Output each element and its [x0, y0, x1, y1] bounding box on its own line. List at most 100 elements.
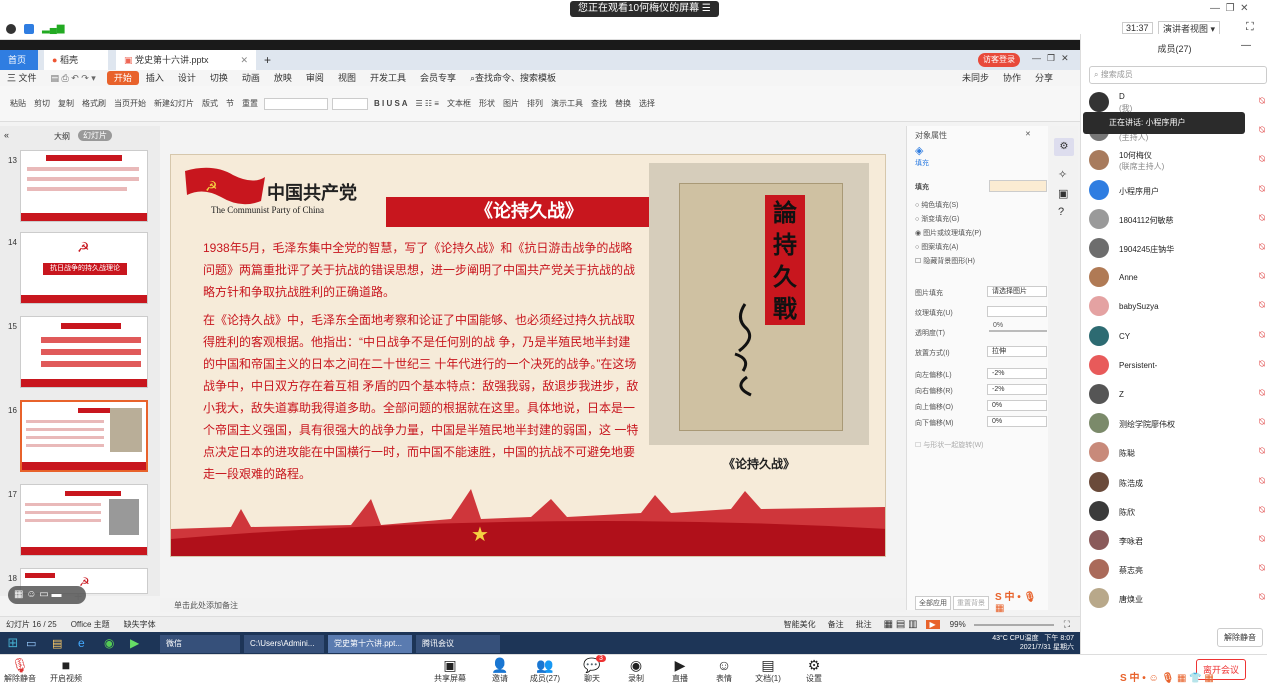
menu-view[interactable]: 视图 [331, 70, 363, 86]
mic-muted-icon[interactable]: ⍉ [1259, 446, 1265, 457]
paragraph-buttons[interactable]: ☰ ☷ ≡ [411, 99, 442, 108]
taskbar-ppt[interactable]: 党史第十六讲.ppt... [328, 635, 412, 653]
mic-muted-icon[interactable]: ⍉ [1259, 271, 1265, 282]
collaborate-button[interactable]: 协作 [996, 70, 1028, 86]
tab-outline[interactable]: 大纲 [54, 131, 70, 142]
record-button[interactable]: ◉ 录制 [616, 657, 656, 684]
layout-button[interactable]: 版式 [198, 98, 222, 109]
fit-window-icon[interactable]: ⛶ [1064, 619, 1070, 630]
rotate-with-shape-checkbox[interactable]: ☐ 与形状一起旋转(W) [915, 440, 984, 450]
find-button[interactable]: 查找 [587, 98, 611, 109]
zoom-slider[interactable] [973, 623, 1054, 626]
documents-button[interactable]: ▤ 文档(1) [748, 657, 788, 684]
format-painter-button[interactable]: 格式刷 [78, 98, 110, 109]
select-button[interactable]: 选择 [635, 98, 659, 109]
mic-muted-icon[interactable]: ⍉ [1259, 534, 1265, 545]
unmute-button[interactable]: 🎙 解除静音 [0, 657, 40, 684]
taskbar-tencent-meeting[interactable]: 腾讯会议 [416, 635, 500, 653]
share-notice[interactable]: 您正在观看10何梅仪的屏幕 ☰ [570, 1, 719, 17]
mic-muted-icon[interactable]: ⍉ [1259, 125, 1265, 136]
smart-beautify-button[interactable]: 智能美化 [784, 619, 816, 630]
member-row[interactable]: 10何梅仪 (联席主持人) ⍉ [1089, 150, 1265, 172]
mic-muted-icon[interactable]: ⍉ [1259, 505, 1265, 516]
member-row[interactable]: Z ⍉ [1089, 384, 1265, 406]
font-name-select[interactable] [264, 97, 328, 110]
taskbar-explorer[interactable]: C:\Users\Admini... [244, 635, 324, 653]
paste-button[interactable]: 粘贴 [6, 98, 30, 109]
notes-bar[interactable]: 单击此处添加备注 [160, 598, 906, 612]
help-icon[interactable]: ? [1058, 206, 1070, 218]
member-row[interactable]: CY ⍉ [1089, 325, 1265, 348]
layout-icon[interactable]: ▣ [1058, 187, 1070, 200]
slide-thumb-17[interactable] [20, 484, 148, 556]
offset-left-stepper[interactable]: -2% [987, 368, 1047, 379]
wps-minimize-icon[interactable]: — [1032, 53, 1047, 63]
command-search[interactable]: ⌕查找命令、搜索模板 [463, 70, 563, 86]
reset-background-button[interactable]: 重置背景 [953, 596, 989, 610]
offset-top-stepper[interactable]: 0% [987, 400, 1047, 411]
props-close-icon[interactable]: ✕ [1025, 130, 1031, 138]
invite-button[interactable]: 👤 邀请 [480, 657, 520, 684]
copy-button[interactable]: 复制 [54, 98, 78, 109]
fill-color-select[interactable] [989, 180, 1047, 192]
picture-button[interactable]: 图片 [499, 98, 523, 109]
desktop-icon[interactable]: ▭ [26, 637, 52, 650]
cut-button[interactable]: 剪切 [30, 98, 54, 109]
replace-button[interactable]: 替换 [611, 98, 635, 109]
menu-review[interactable]: 审阅 [299, 70, 331, 86]
slide-thumb-16-selected[interactable] [20, 400, 148, 472]
minimize-icon[interactable]: — [1210, 3, 1220, 14]
menu-home[interactable]: 开始 [106, 71, 139, 85]
media-icon[interactable]: ▶ [130, 636, 156, 650]
mic-muted-icon[interactable]: ⍉ [1259, 563, 1265, 574]
wps-restore-icon[interactable]: ❐ [1047, 53, 1061, 63]
member-row[interactable]: 1904245庄钠华 ⍉ [1089, 238, 1265, 260]
members-button[interactable]: 👥 成员(27) [525, 657, 565, 684]
browser-icon[interactable]: ◉ [104, 636, 130, 650]
taskbar-wechat[interactable]: 微信 [160, 635, 240, 653]
start-video-button[interactable]: ■ 开启视频 [46, 657, 86, 684]
mic-muted-icon[interactable]: ⍉ [1259, 300, 1265, 311]
tab-docer[interactable]: ● 稻壳 [44, 50, 108, 70]
play-slideshow-icon[interactable]: ▶ [925, 620, 940, 629]
menu-developer[interactable]: 开发工具 [363, 70, 413, 86]
arrange-button[interactable]: 排列 [523, 98, 547, 109]
member-row[interactable]: 陈聪 ⍉ [1089, 442, 1265, 464]
mic-muted-icon[interactable]: ⍉ [1259, 96, 1265, 107]
sogou-ime-icon[interactable]: S 中 • 🎙 ▦ [995, 588, 1048, 614]
slide-thumb-13[interactable] [20, 150, 148, 222]
member-row[interactable]: 陈欣 ⍉ [1089, 500, 1265, 523]
member-row[interactable]: babySuzya ⍉ [1089, 296, 1265, 318]
view-mode-icons[interactable]: ▦ ▤ ▥ [884, 619, 918, 630]
menu-member[interactable]: 会员专享 [413, 70, 463, 86]
reset-button[interactable]: 重置 [238, 98, 262, 109]
offset-bottom-stepper[interactable]: 0% [987, 416, 1047, 427]
image-fill-select[interactable]: 请选择图片 [987, 286, 1047, 297]
mic-muted-icon[interactable]: ⍉ [1259, 359, 1265, 370]
member-row[interactable]: Anne ⍉ [1089, 267, 1265, 289]
mic-muted-icon[interactable]: ⍉ [1259, 417, 1265, 428]
offset-right-stepper[interactable]: -2% [987, 384, 1047, 395]
restore-icon[interactable]: ❐ [1226, 3, 1235, 14]
mute-all-button[interactable]: 解除静音 [1217, 628, 1263, 647]
textbox-button[interactable]: 文本框 [443, 98, 475, 109]
mic-muted-icon[interactable]: ⍉ [1259, 330, 1265, 341]
play-from-current-button[interactable]: 当页开始 [110, 98, 150, 109]
notes-toggle-button[interactable]: 备注 [828, 619, 844, 630]
menu-file[interactable]: 三 文件 [0, 70, 44, 86]
settings-button[interactable]: ⚙ 设置 [794, 657, 834, 684]
menu-transition[interactable]: 切换 [203, 70, 235, 86]
mic-muted-icon[interactable]: ⍉ [1259, 184, 1265, 195]
collapse-panel-icon[interactable]: « [4, 130, 9, 140]
tab-document[interactable]: ▣ 党史第十六讲.pptx ✕ [116, 50, 256, 70]
props-tab-fill[interactable]: 填充 [915, 158, 929, 168]
missing-fonts-button[interactable]: 缺失字体 [124, 619, 156, 630]
menu-design[interactable]: 设计 [171, 70, 203, 86]
wps-close-icon[interactable]: ✕ [1061, 53, 1075, 63]
comments-toggle-button[interactable]: 批注 [856, 619, 872, 630]
option-gradient-fill[interactable]: ○ 渐变填充(G) [915, 214, 959, 224]
share-screen-button[interactable]: ▣ 共享屏幕 [430, 657, 470, 684]
mic-muted-icon[interactable]: ⍉ [1259, 213, 1265, 224]
chat-button[interactable]: 💬 聊天 3 [572, 655, 612, 684]
close-icon[interactable]: ✕ [1240, 3, 1248, 14]
